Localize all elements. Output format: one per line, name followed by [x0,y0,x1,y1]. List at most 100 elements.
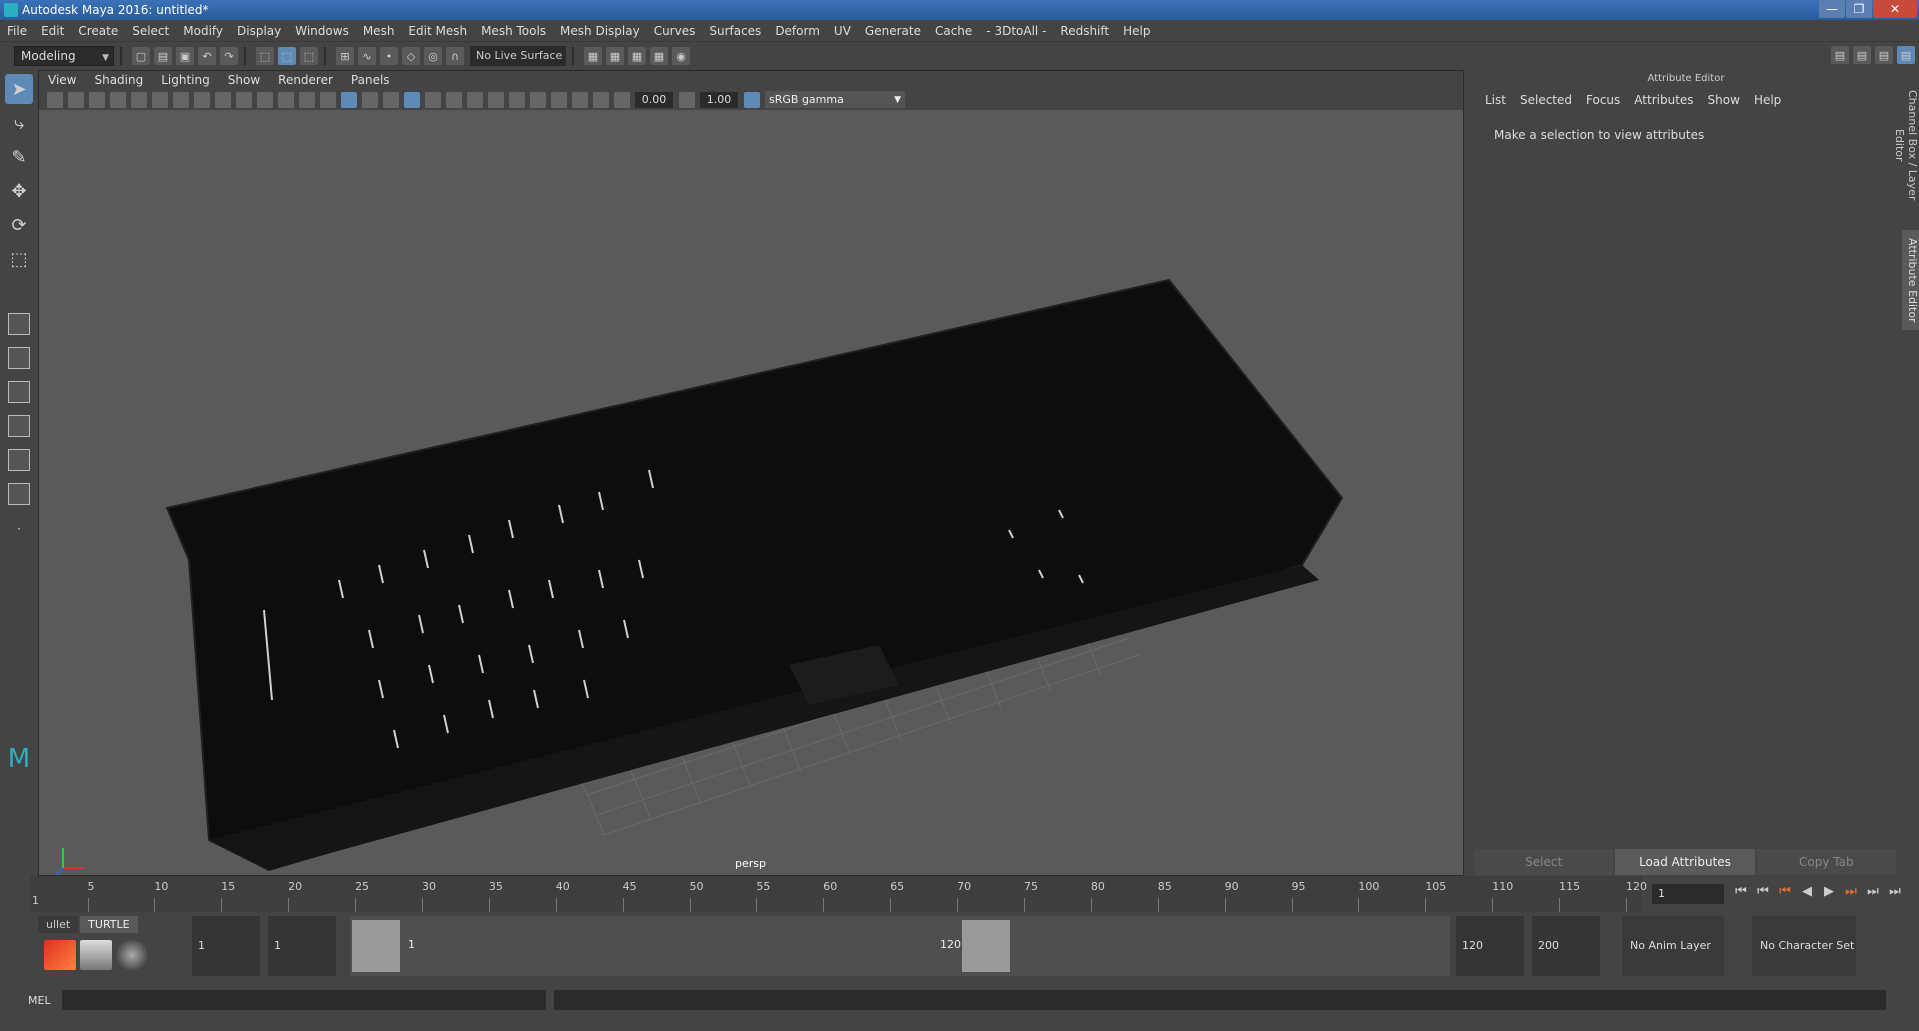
xray-joints-icon[interactable] [572,91,588,108]
screen-space-ao-icon[interactable] [446,91,462,108]
channel-box-toggle-icon[interactable]: ▤ [1897,46,1915,64]
panel-menu-shading[interactable]: Shading [85,73,152,87]
script-language-toggle[interactable]: MEL [0,994,60,1007]
ipr-render-icon[interactable]: ▦ [606,47,624,65]
menu-cache[interactable]: Cache [928,24,979,38]
playback-end-field[interactable]: 120 [1456,916,1524,976]
two-d-pan-icon[interactable] [131,91,147,108]
smooth-shade-icon[interactable] [341,91,357,108]
menu-generate[interactable]: Generate [858,24,928,38]
menu-create[interactable]: Create [71,24,125,38]
wireframe-icon[interactable] [320,91,336,108]
select-by-hierarchy-icon[interactable]: ⬚ [256,47,274,65]
menu-mesh[interactable]: Mesh [356,24,402,38]
step-back-key-icon[interactable]: ⏮ [1752,884,1774,899]
menu-edit[interactable]: Edit [34,24,71,38]
menu-curves[interactable]: Curves [647,24,703,38]
ae-menu-help[interactable]: Help [1747,93,1788,107]
view-transform-dropdown[interactable]: sRGB gamma [765,91,905,109]
single-perspective-layout-icon[interactable] [5,310,33,338]
xray-components-icon[interactable] [593,91,609,108]
character-set-dropdown[interactable]: No Character Set [1752,916,1856,976]
time-slider[interactable]: 1 5 10 15 20 25 30 35 40 45 50 55 60 65 70 75 80 85 90 95 1… [0,876,1919,912]
tool-settings-icon[interactable]: ▤ [1875,46,1893,64]
command-input[interactable] [62,990,546,1010]
resolution-gate-icon[interactable] [215,91,231,108]
snap-live-icon[interactable]: ◎ [424,47,442,65]
range-slider-bar[interactable]: 1 120 [350,916,1450,976]
panel-menu-renderer[interactable]: Renderer [269,73,342,87]
save-scene-icon[interactable]: ▣ [176,47,194,65]
range-start-handle[interactable] [352,920,400,972]
select-tool-icon[interactable]: ➤ [5,74,33,104]
anti-aliasing-icon[interactable] [488,91,504,108]
snap-curve-icon[interactable]: ∿ [358,47,376,65]
menu-surfaces[interactable]: Surfaces [702,24,768,38]
menu-help[interactable]: Help [1116,24,1157,38]
attribute-editor-tab[interactable]: Attribute Editor [1902,230,1919,330]
menuset-dropdown[interactable]: Modeling [14,46,114,67]
menu-mesh-display[interactable]: Mesh Display [553,24,647,38]
snap-magnet-icon[interactable]: ∩ [446,47,464,65]
menu-display[interactable]: Display [230,24,288,38]
close-button[interactable]: ✕ [1873,0,1917,18]
menu-file[interactable]: File [0,24,34,38]
gate-mask-icon[interactable] [236,91,252,108]
field-chart-icon[interactable] [257,91,273,108]
image-plane-icon[interactable] [110,91,126,108]
panel-menu-view[interactable]: View [39,73,85,87]
menu-uv[interactable]: UV [827,24,858,38]
isolate-select-icon[interactable] [530,91,546,108]
render-current-frame-icon[interactable]: ▦ [584,47,602,65]
maximize-button[interactable]: ❐ [1846,0,1872,18]
ae-load-attributes-button[interactable]: Load Attributes [1615,849,1755,875]
ae-menu-focus[interactable]: Focus [1579,93,1627,107]
persp-graph-layout-icon[interactable] [5,412,33,440]
snap-point-icon[interactable]: • [380,47,398,65]
ae-menu-attributes[interactable]: Attributes [1627,93,1700,107]
turtle-render-icon[interactable] [44,940,76,970]
open-scene-icon[interactable]: ▤ [154,47,172,65]
redo-icon[interactable]: ↷ [220,47,238,65]
persp-outliner-layout-icon[interactable] [5,378,33,406]
turtle-bake-icon[interactable] [80,940,112,970]
textured-icon[interactable] [383,91,399,108]
color-management-icon[interactable] [744,91,760,108]
menu-3dtoall[interactable]: - 3DtoAll - [979,24,1053,38]
rotate-tool-icon[interactable]: ⟳ [5,210,33,240]
grease-pencil-icon[interactable] [152,91,168,108]
menu-edit-mesh[interactable]: Edit Mesh [401,24,474,38]
wireframe-on-shaded-icon[interactable] [362,91,378,108]
shelf-tab-bullet[interactable]: ullet [38,916,79,933]
bookmark-icon[interactable] [89,91,105,108]
shadows-icon[interactable] [425,91,441,108]
select-by-object-icon[interactable]: ⬚ [278,47,296,65]
channel-box-tab[interactable]: Channel Box / Layer Editor [1893,80,1919,210]
menu-redshift[interactable]: Redshift [1053,24,1116,38]
camera-icon[interactable] [47,91,63,108]
play-forwards-icon[interactable]: ▶ [1818,884,1840,899]
select-by-component-icon[interactable]: ⬚ [300,47,318,65]
camera-attributes-icon[interactable] [68,91,84,108]
snap-grid-icon[interactable]: ⊞ [336,47,354,65]
grid-icon[interactable] [173,91,189,108]
hypershade-icon[interactable]: ▦ [650,47,668,65]
render-settings-icon[interactable]: ▦ [628,47,646,65]
shelf-tab-turtle[interactable]: TURTLE [80,916,138,933]
current-frame-field[interactable]: 1 [1652,884,1724,904]
anim-layer-dropdown[interactable]: No Anim Layer [1622,916,1724,976]
ae-menu-list[interactable]: List [1478,93,1513,107]
film-gate-icon[interactable] [194,91,210,108]
minimize-button[interactable]: — [1819,0,1845,18]
safe-action-icon[interactable] [278,91,294,108]
step-forward-key-icon[interactable]: ⏭ [1862,884,1884,899]
ae-menu-selected[interactable]: Selected [1513,93,1579,107]
play-backwards-icon[interactable]: ◀ [1796,884,1818,899]
go-to-end-icon[interactable]: ⏭ [1884,884,1906,899]
panel-menu-show[interactable]: Show [219,73,269,87]
use-all-lights-icon[interactable] [404,91,420,108]
persp-uv-layout-icon[interactable] [5,480,33,508]
menu-mesh-tools[interactable]: Mesh Tools [474,24,553,38]
menu-modify[interactable]: Modify [176,24,230,38]
attribute-editor-toggle-icon[interactable]: ▤ [1853,46,1871,64]
